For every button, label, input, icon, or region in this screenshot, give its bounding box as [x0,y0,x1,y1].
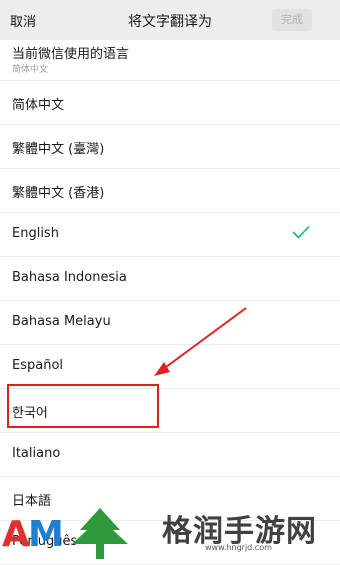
language-item-italian[interactable]: Italiano [0,433,340,477]
watermark-logo: A M [2,508,128,559]
checkmark-icon [292,225,310,239]
language-item-malay[interactable]: Bahasa Melayu [0,301,340,345]
done-button[interactable]: 完成 [272,9,312,31]
language-label: Bahasa Indonesia [12,270,127,285]
watermark-url: www.hngrjd.com [205,543,272,552]
language-label: English [12,226,59,241]
svg-text:M: M [28,514,64,555]
language-label: Bahasa Melayu [12,314,111,329]
navigation-bar: 取消 将文字翻译为 完成 [0,0,340,40]
language-sublabel: 简体中文 [12,65,49,75]
language-item-indonesian[interactable]: Bahasa Indonesia [0,257,340,301]
language-label: Italiano [12,446,61,461]
svg-text:A: A [2,514,30,555]
language-item-zh-tw[interactable]: 繁體中文 (臺灣) [0,125,340,169]
language-item-spanish[interactable]: Español [0,345,340,389]
language-item-english[interactable]: English [0,213,340,257]
language-item-zh-hk[interactable]: 繁體中文 (香港) [0,169,340,213]
language-label: Español [12,358,64,373]
language-list: 当前微信使用的语言 简体中文 简体中文 繁體中文 (臺灣) 繁體中文 (香港) … [0,40,340,565]
highlight-box [7,384,159,428]
language-label: 繁體中文 (香港) [12,186,105,201]
language-label: 简体中文 [12,98,65,113]
language-label: 当前微信使用的语言 [12,47,130,62]
language-item-zh-hans[interactable]: 简体中文 [0,81,340,125]
language-item-current[interactable]: 当前微信使用的语言 简体中文 [0,40,340,81]
language-label: 繁體中文 (臺灣) [12,142,105,157]
